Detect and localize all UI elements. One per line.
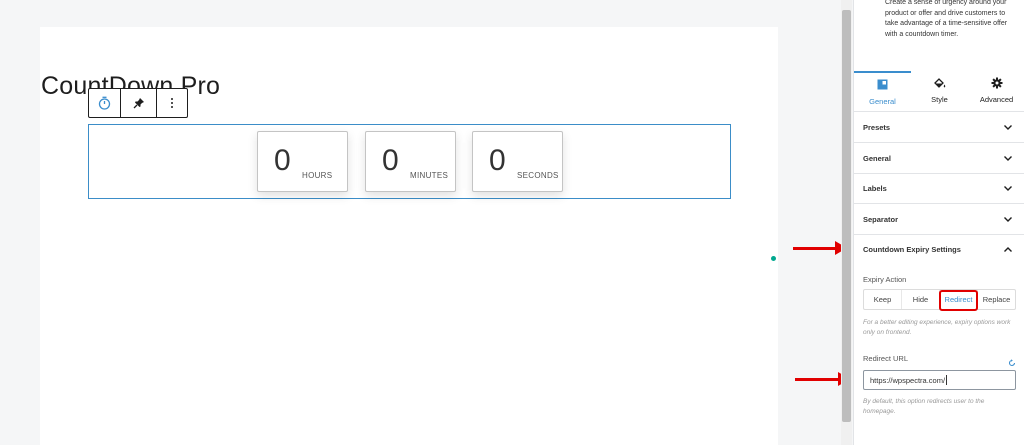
tab-general-label: General: [869, 97, 896, 106]
panel-separator[interactable]: Separator: [854, 204, 1024, 235]
more-options-icon: [170, 97, 174, 109]
countdown-seconds-label: SECONDS: [517, 171, 559, 180]
panel-expiry-label: Countdown Expiry Settings: [863, 245, 961, 254]
countdown-seconds-box: 0 SECONDS: [472, 131, 563, 192]
block-settings-sidebar: Create a sense of urgency around your pr…: [853, 0, 1024, 445]
tab-style[interactable]: Style: [911, 71, 968, 112]
redirect-url-value: https://wpspectra.com/: [870, 375, 946, 385]
tab-advanced-label: Advanced: [979, 95, 1014, 104]
countdown-minutes-box: 0 MINUTES: [365, 131, 456, 192]
panel-general-label: General: [863, 153, 891, 163]
tab-style-label: Style: [931, 95, 948, 104]
expiry-hide-button[interactable]: Hide: [902, 290, 940, 309]
chevron-down-icon: [1004, 123, 1012, 132]
expiry-help-text: For a better editing experience, expiry …: [863, 319, 1011, 336]
tab-advanced[interactable]: Advanced: [968, 71, 1024, 112]
annotation-arrow-expiry: [793, 241, 847, 255]
redirect-help-text: By default, this option redirects user t…: [863, 398, 985, 415]
chevron-down-icon: [1004, 215, 1012, 224]
tab-general[interactable]: General: [854, 71, 911, 112]
inserter-dot[interactable]: [771, 256, 776, 261]
annotation-arrow-url: [795, 372, 850, 386]
panel-general[interactable]: General: [854, 143, 1024, 174]
style-icon: [933, 77, 947, 91]
chevron-up-icon: [1004, 245, 1012, 254]
expiry-action-label: Expiry Action: [863, 275, 907, 284]
panel-presets-label: Presets: [863, 122, 891, 132]
expiry-replace-button[interactable]: Replace: [978, 290, 1015, 309]
countdown-hours-value: 0: [274, 144, 291, 177]
chevron-down-icon: [1004, 184, 1012, 193]
gear-icon: [991, 77, 1003, 91]
countdown-seconds-value: 0: [489, 144, 506, 177]
countdown-minutes-value: 0: [382, 144, 399, 177]
settings-tabs: General Style Advanced: [854, 71, 1024, 112]
block-toolbar: [88, 88, 188, 118]
expiry-keep-button[interactable]: Keep: [864, 290, 902, 309]
redirect-url-label: Redirect URL: [863, 354, 909, 363]
panel-countdown-expiry-settings[interactable]: Countdown Expiry Settings: [854, 234, 1024, 265]
block-description: Create a sense of urgency around your pr…: [885, 0, 1008, 38]
panel-separator-label: Separator: [863, 214, 899, 224]
countdown-hours-label: HOURS: [302, 171, 333, 180]
scrollbar-thumb[interactable]: [842, 10, 851, 422]
chevron-down-icon: [1004, 154, 1012, 163]
panel-presets[interactable]: Presets: [854, 112, 1024, 143]
annotation-highlight-redirect: [939, 290, 978, 311]
redirect-url-input[interactable]: https://wpspectra.com/: [863, 370, 1016, 390]
timer-icon: [98, 96, 111, 110]
panel-labels-label: Labels: [863, 183, 887, 193]
countdown-hours-box: 0 HOURS: [257, 131, 348, 192]
pin-button[interactable]: [121, 89, 157, 117]
panel-labels[interactable]: Labels: [854, 173, 1024, 204]
timer-block-button[interactable]: [89, 89, 121, 117]
text-caret: [946, 375, 948, 385]
countdown-block[interactable]: 0 HOURS 0 MINUTES 0 SECONDS: [88, 124, 731, 199]
pin-icon: [133, 97, 145, 109]
countdown-minutes-label: MINUTES: [410, 171, 449, 180]
general-icon: [877, 79, 888, 93]
more-options-button[interactable]: [157, 89, 187, 117]
